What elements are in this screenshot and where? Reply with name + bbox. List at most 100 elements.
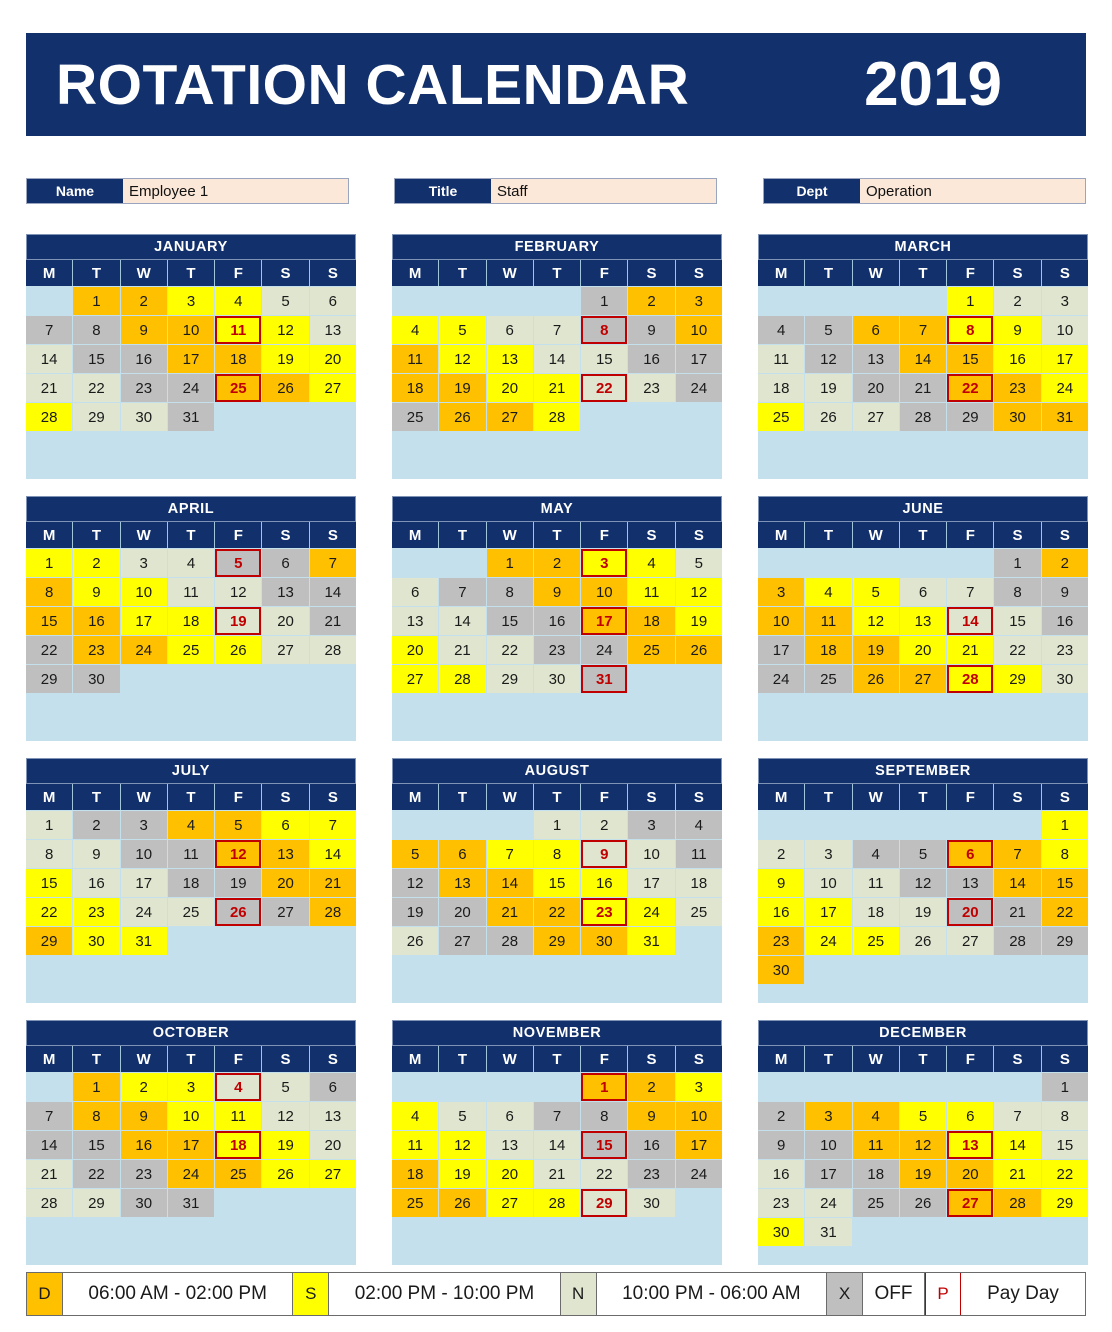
- day-cell[interactable]: 14: [439, 607, 486, 635]
- day-cell[interactable]: 10: [805, 1131, 852, 1159]
- dept-field-value[interactable]: Operation: [860, 179, 1085, 203]
- day-cell[interactable]: 10: [758, 607, 805, 635]
- day-cell[interactable]: 7: [26, 316, 73, 344]
- day-cell[interactable]: 22: [26, 898, 73, 926]
- day-cell[interactable]: 17: [675, 345, 722, 373]
- day-cell[interactable]: 5: [899, 840, 947, 868]
- day-cell[interactable]: 5: [439, 316, 486, 344]
- day-cell[interactable]: 11: [675, 840, 722, 868]
- day-cell[interactable]: 1: [26, 811, 73, 839]
- day-cell[interactable]: 22: [581, 1160, 628, 1188]
- day-cell[interactable]: 29: [994, 665, 1041, 693]
- day-cell[interactable]: 19: [899, 1160, 947, 1188]
- day-cell[interactable]: 8: [581, 1102, 628, 1130]
- day-cell[interactable]: 27: [309, 1160, 356, 1188]
- day-cell[interactable]: 9: [628, 316, 675, 344]
- day-cell[interactable]: 2: [628, 287, 675, 315]
- day-cell[interactable]: 4: [675, 811, 722, 839]
- day-cell[interactable]: 25: [805, 665, 852, 693]
- day-cell[interactable]: 11: [167, 840, 215, 868]
- day-cell[interactable]: 19: [262, 1131, 309, 1159]
- day-cell-payday[interactable]: 6: [947, 840, 994, 868]
- day-cell[interactable]: 11: [852, 869, 899, 897]
- day-cell[interactable]: 20: [486, 1160, 533, 1188]
- day-cell[interactable]: 13: [899, 607, 947, 635]
- day-cell[interactable]: 9: [533, 578, 581, 606]
- day-cell[interactable]: 13: [852, 345, 899, 373]
- day-cell[interactable]: 30: [1041, 665, 1088, 693]
- day-cell-payday[interactable]: 17: [581, 607, 628, 635]
- day-cell[interactable]: 2: [628, 1073, 675, 1101]
- day-cell[interactable]: 12: [805, 345, 852, 373]
- day-cell[interactable]: 14: [26, 1131, 73, 1159]
- day-cell[interactable]: 9: [73, 840, 120, 868]
- day-cell[interactable]: 11: [167, 578, 215, 606]
- day-cell[interactable]: 14: [26, 345, 73, 373]
- day-cell[interactable]: 29: [1041, 927, 1088, 955]
- day-cell[interactable]: 15: [533, 869, 581, 897]
- day-cell[interactable]: 26: [899, 927, 947, 955]
- day-cell[interactable]: 6: [486, 316, 533, 344]
- day-cell[interactable]: 16: [120, 1131, 167, 1159]
- day-cell[interactable]: 16: [581, 869, 628, 897]
- day-cell[interactable]: 26: [439, 403, 486, 431]
- day-cell[interactable]: 4: [167, 549, 215, 577]
- day-cell[interactable]: 19: [439, 374, 486, 402]
- day-cell[interactable]: 10: [167, 1102, 215, 1130]
- day-cell[interactable]: 5: [392, 840, 439, 868]
- day-cell[interactable]: 11: [215, 1102, 262, 1130]
- day-cell-payday[interactable]: 8: [947, 316, 994, 344]
- day-cell-payday[interactable]: 27: [947, 1189, 994, 1217]
- day-cell[interactable]: 11: [628, 578, 675, 606]
- day-cell[interactable]: 30: [628, 1189, 675, 1217]
- day-cell[interactable]: 4: [758, 316, 805, 344]
- day-cell[interactable]: 27: [262, 898, 309, 926]
- day-cell[interactable]: 7: [439, 578, 486, 606]
- day-cell[interactable]: 31: [167, 403, 215, 431]
- day-cell[interactable]: 21: [533, 1160, 581, 1188]
- day-cell[interactable]: 30: [533, 665, 581, 693]
- day-cell-payday[interactable]: 31: [581, 665, 628, 693]
- day-cell[interactable]: 7: [994, 840, 1041, 868]
- day-cell[interactable]: 13: [262, 840, 309, 868]
- day-cell[interactable]: 19: [899, 898, 947, 926]
- day-cell[interactable]: 22: [1041, 1160, 1088, 1188]
- day-cell[interactable]: 13: [262, 578, 309, 606]
- day-cell[interactable]: 5: [439, 1102, 486, 1130]
- day-cell[interactable]: 28: [26, 403, 73, 431]
- day-cell[interactable]: 23: [758, 1189, 805, 1217]
- day-cell[interactable]: 3: [805, 1102, 852, 1130]
- day-cell[interactable]: 13: [486, 345, 533, 373]
- day-cell[interactable]: 1: [947, 287, 994, 315]
- day-cell[interactable]: 26: [262, 374, 309, 402]
- day-cell[interactable]: 13: [486, 1131, 533, 1159]
- day-cell[interactable]: 30: [994, 403, 1041, 431]
- day-cell[interactable]: 30: [120, 1189, 167, 1217]
- day-cell[interactable]: 21: [994, 898, 1041, 926]
- day-cell[interactable]: 3: [675, 1073, 722, 1101]
- day-cell[interactable]: 18: [758, 374, 805, 402]
- day-cell[interactable]: 25: [167, 898, 215, 926]
- day-cell[interactable]: 23: [533, 636, 581, 664]
- day-cell[interactable]: 17: [628, 869, 675, 897]
- day-cell[interactable]: 30: [758, 1218, 805, 1246]
- day-cell[interactable]: 12: [262, 316, 309, 344]
- day-cell-payday[interactable]: 25: [215, 374, 262, 402]
- day-cell[interactable]: 28: [486, 927, 533, 955]
- day-cell[interactable]: 28: [994, 1189, 1041, 1217]
- day-cell[interactable]: 3: [167, 1073, 215, 1101]
- day-cell[interactable]: 27: [262, 636, 309, 664]
- day-cell[interactable]: 6: [309, 287, 356, 315]
- day-cell[interactable]: 4: [392, 316, 439, 344]
- day-cell[interactable]: 1: [1041, 811, 1088, 839]
- day-cell[interactable]: 24: [675, 374, 722, 402]
- day-cell[interactable]: 5: [262, 287, 309, 315]
- day-cell[interactable]: 15: [581, 345, 628, 373]
- day-cell[interactable]: 7: [26, 1102, 73, 1130]
- day-cell-payday[interactable]: 13: [947, 1131, 994, 1159]
- day-cell-payday[interactable]: 9: [581, 840, 628, 868]
- day-cell[interactable]: 9: [120, 1102, 167, 1130]
- day-cell[interactable]: 17: [805, 1160, 852, 1188]
- day-cell[interactable]: 27: [899, 665, 947, 693]
- day-cell[interactable]: 25: [167, 636, 215, 664]
